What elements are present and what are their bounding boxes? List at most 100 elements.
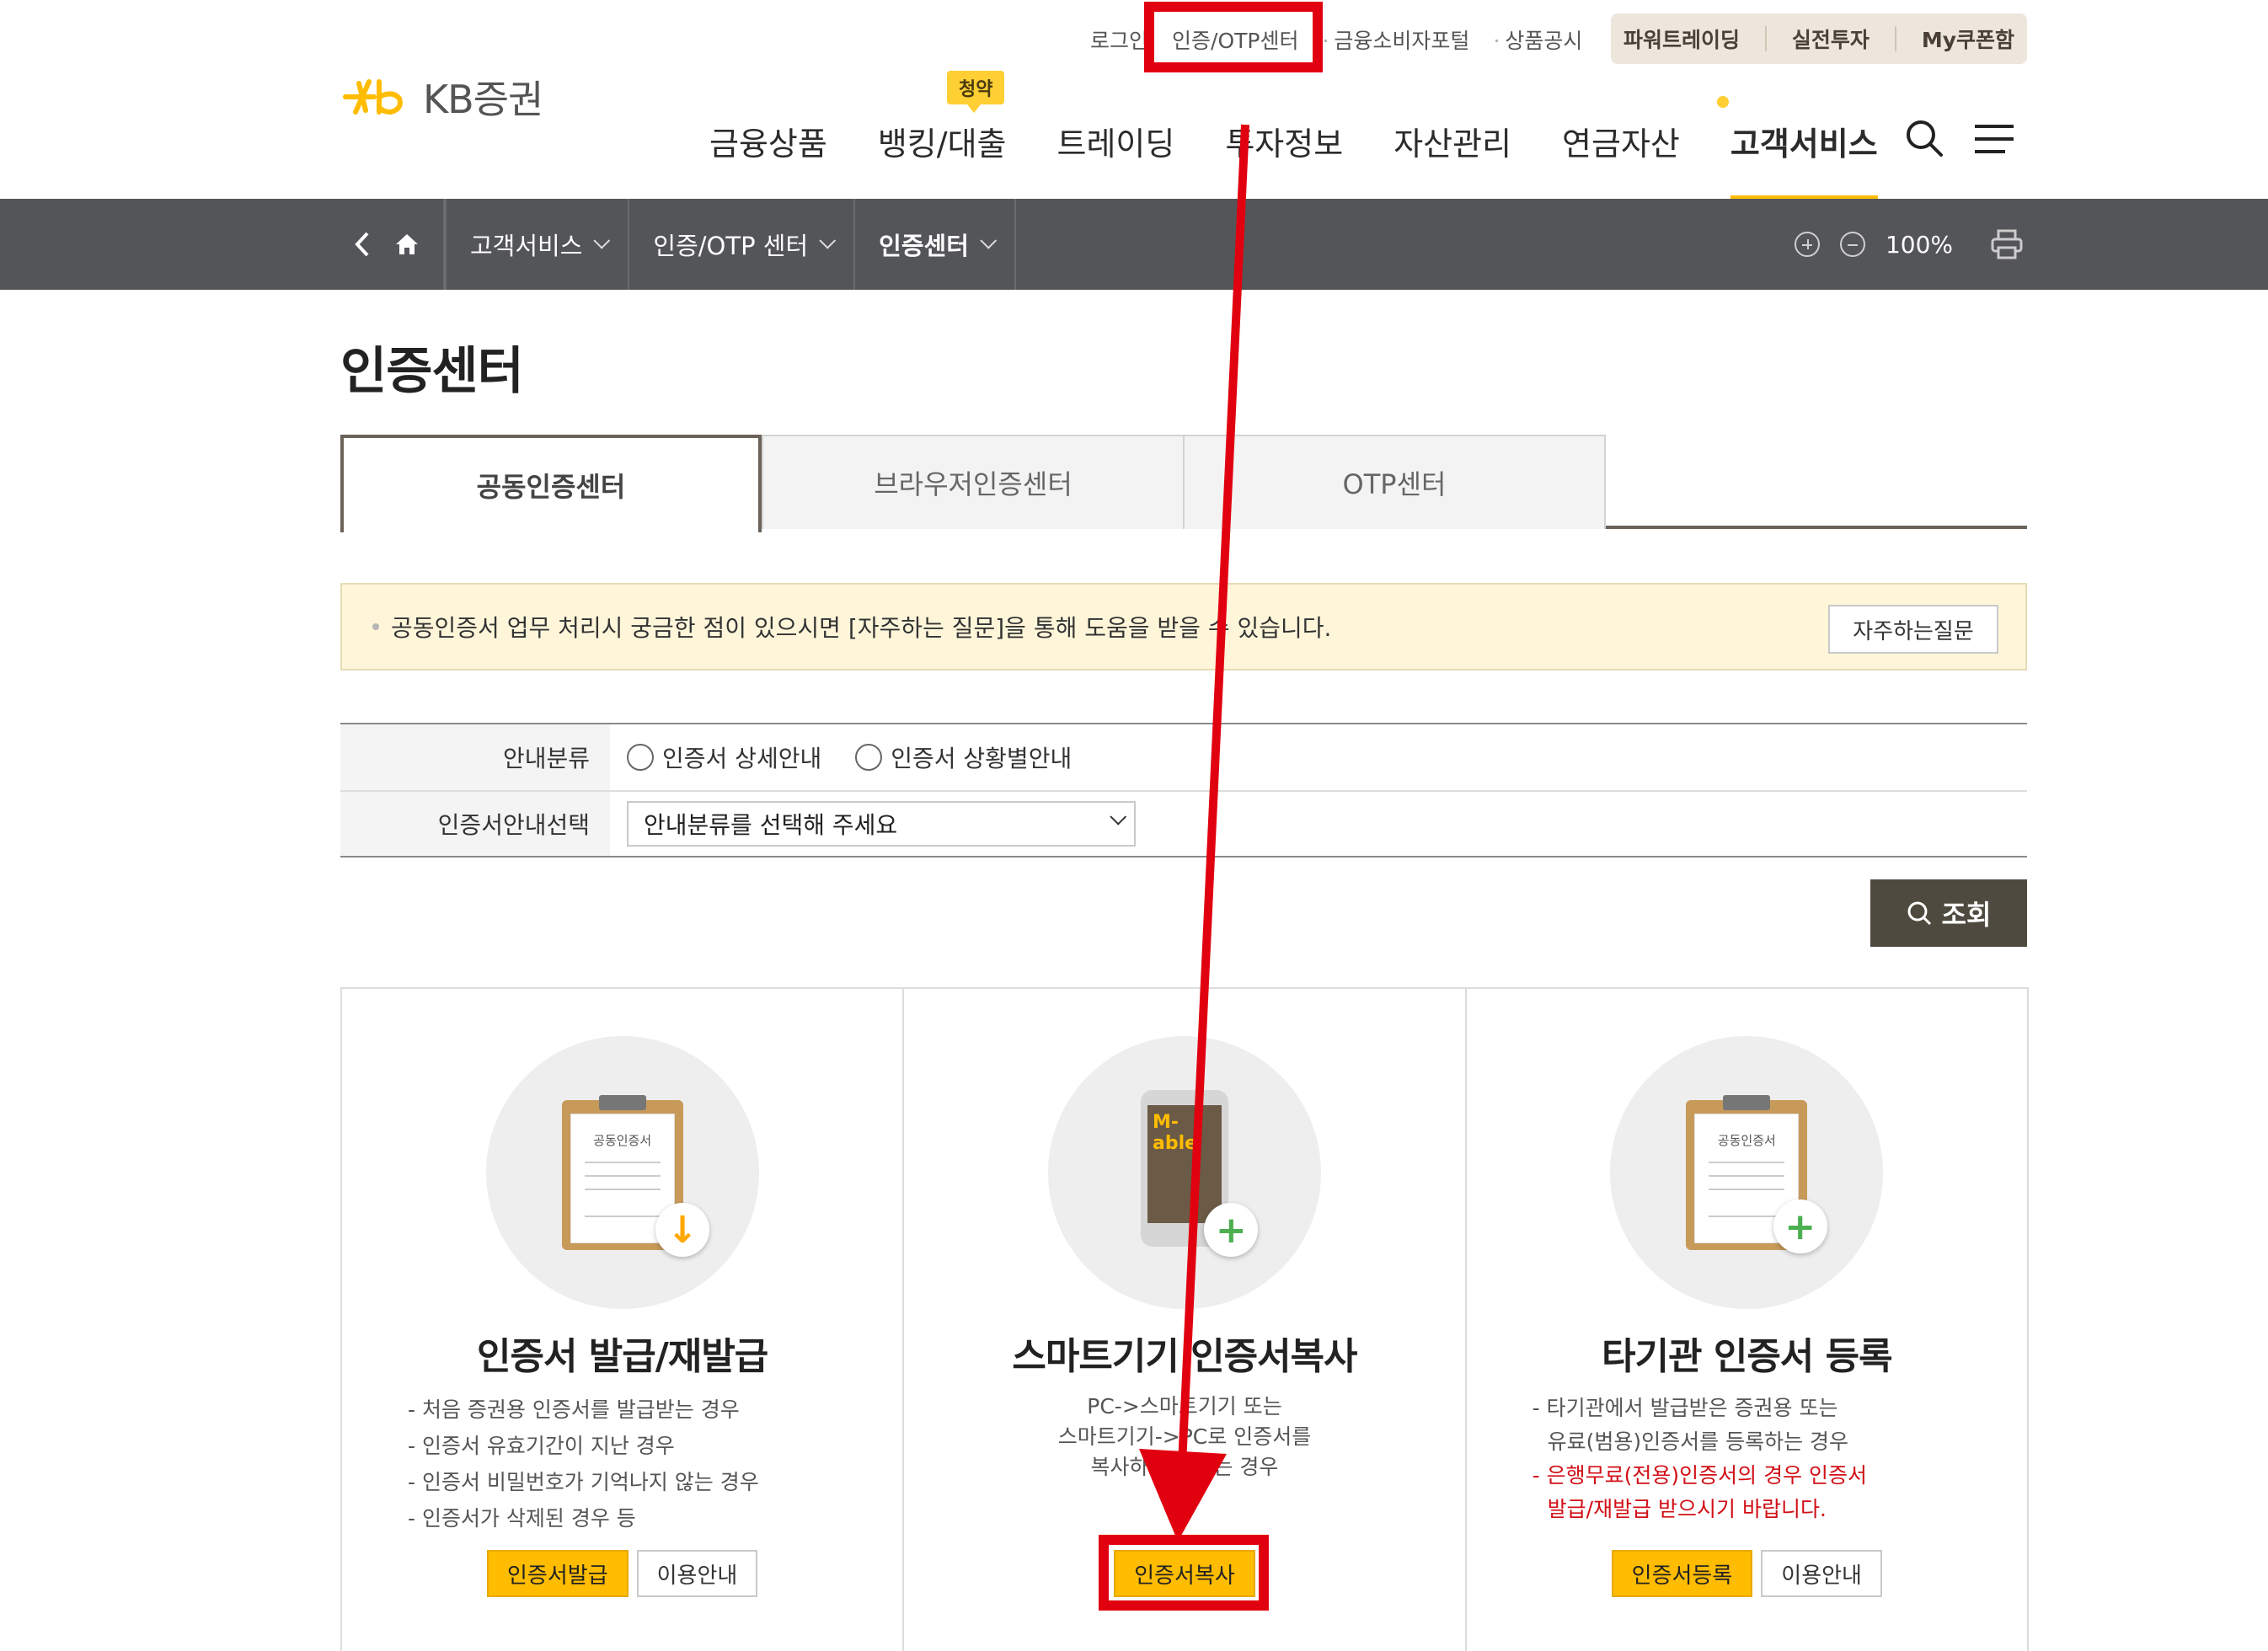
usage-guide-button[interactable]: 이용안내 [1761,1550,1882,1597]
bullet [372,623,379,630]
card-title: 스마트기기 인증서복사 [1012,1335,1357,1378]
consumer-portal-link[interactable]: · 금융소비자포털 [1310,24,1481,55]
kb-star-icon [343,79,403,115]
desc-line: - 인증서가 삭제된 경우 등 [408,1506,636,1531]
back-arrow-icon[interactable] [352,230,371,259]
tab-bar: 공동인증센터 브라우저인증센터 OTP센터 [340,435,2027,532]
nav-investment-info[interactable]: 투자정보 [1200,108,1368,200]
desc-line: - 타기관에서 발급받은 증권용 또는 [1532,1396,1838,1420]
select-label: 인증서안내선택 [340,792,610,856]
card-title: 타기관 인증서 등록 [1602,1335,1892,1378]
category-label: 안내분류 [340,724,610,790]
tab-otp-center[interactable]: OTP센터 [1183,435,1606,529]
select-value: 안내분류를 선택해 주세요 [644,811,898,839]
faq-button[interactable]: 자주하는질문 [1828,605,1998,654]
form-row-category: 안내분류 인증서 상세안내 인증서 상황별안내 [340,723,2027,790]
desc-line: - 인증서 유효기간이 지난 경우 [408,1434,675,1458]
power-trading-button[interactable]: 파워트레이딩 [1623,24,1740,54]
radio-circle[interactable] [627,744,654,771]
nav-asset-management[interactable]: 자산관리 [1368,108,1537,200]
guide-select[interactable]: 안내분류를 선택해 주세요 [627,801,1136,847]
desc-warning-line: 발급/재발급 받으시기 바랍니다. [1547,1497,1827,1521]
text-line [1709,1175,1785,1177]
text-line [584,1175,661,1177]
breadcrumb-cert-center[interactable]: 인증센터 [855,199,1016,290]
zoom-out-icon[interactable] [1839,232,1865,257]
text-line [584,1216,661,1217]
page-title: 인증센터 [340,342,524,401]
print-icon[interactable] [1990,229,2024,259]
clipboard-clip [1723,1095,1771,1110]
form-row-select: 인증서안내선택 안내분류를 선택해 주세요 [340,790,2027,858]
radio-circle[interactable] [855,744,883,771]
document-title: 공동인증서 [1717,1133,1776,1148]
breadcrumb-cert-otp[interactable]: 인증/OTP 센터 [629,199,856,290]
radio-label: 인증서 상세안내 [662,745,822,772]
search-submit-button[interactable]: 조회 [1870,879,2027,947]
chevron-down-icon [980,232,998,249]
issue-cert-button[interactable]: 인증서발급 [487,1550,629,1597]
desc-line: - 인증서 비밀번호가 기억나지 않는 경우 [408,1470,759,1494]
zoom-level: 100% [1885,230,1953,259]
desc-line: 스마트기기->PC로 인증서를 [1057,1424,1312,1449]
desc-line: 복사하고자 하는 경우 [1090,1455,1279,1479]
breadcrumb: 고객서비스 인증/OTP 센터 인증센터 [340,199,1016,290]
real-trading-button[interactable]: 실전투자 [1792,24,1869,54]
radio-label: 인증서 상황별안내 [891,745,1072,772]
card-buttons: 인증서발급 이용안내 [342,1550,902,1597]
active-dot [1717,96,1729,108]
text-line [1709,1162,1785,1163]
radio-cert-detail[interactable]: 인증서 상세안내 [627,740,821,774]
nav-financial-products[interactable]: 금융상품 [684,108,853,200]
nav-banking-loan[interactable]: 뱅킹/대출 [853,108,1032,200]
text-line [1709,1189,1785,1190]
plus-icon: + [1204,1203,1259,1257]
search-icon [1907,901,1931,926]
radio-cert-situation[interactable]: 인증서 상황별안내 [855,740,1072,774]
desc-line: PC->스마트기기 또는 [1087,1394,1282,1419]
card-description: - 타기관에서 발급받은 증권용 또는 유료(범용)인증서를 등록하는 경우 -… [1467,1392,2027,1526]
home-icon[interactable] [394,232,420,256]
card-description: - 처음 증권용 인증서를 발급받는 경우 - 인증서 유효기간이 지난 경우 … [342,1392,902,1536]
zoom-in-icon[interactable] [1794,232,1820,257]
download-arrow-icon: ↓ [655,1203,709,1257]
breadcrumb-label: 고객서비스 [470,232,583,260]
tab-browser-cert-center[interactable]: 브라우저인증센터 [762,435,1185,529]
app-logo-text: M-able [1152,1112,1198,1154]
chevron-down-icon [593,232,611,249]
card-issue-reissue: 공동인증서 ↓ 인증서 발급/재발급 - 처음 증권용 인증서를 발급받는 경우… [342,989,905,1651]
desc-line: - 처음 증권용 인증서를 발급받는 경우 [408,1397,740,1422]
guide-form: 안내분류 인증서 상세안내 인증서 상황별안내 인증서안내선택 안내분류를 선택… [340,723,2027,858]
my-coupon-button[interactable]: My쿠폰함 [1922,24,2014,54]
breadcrumb-label: 인증센터 [879,232,969,260]
kb-logo[interactable]: KB증권 [340,69,543,125]
utility-buttons: 파워트레이딩 실전투자 My쿠폰함 [1611,13,2027,64]
nav-customer-service[interactable]: 고객서비스 [1705,108,1903,200]
product-disclosure-link[interactable]: · 상품공시 [1481,24,1594,55]
nav-trading[interactable]: 트레이딩 [1032,108,1201,200]
desc-line: 유료(범용)인증서를 등록하는 경우 [1547,1429,1849,1454]
breadcrumb-customer-service[interactable]: 고객서비스 [445,199,630,290]
page: 로그인 인증/OTP센터 · 금융소비자포털 · 상품공시 파워트레이딩 실전투자 … [0,0,2268,1651]
consumer-portal-label: 금융소비자포털 [1334,29,1470,53]
chevron-down-icon [819,232,837,249]
usage-guide-button[interactable]: 이용안내 [636,1550,758,1597]
search-icon[interactable] [1904,118,1944,158]
search-button-label: 조회 [1941,899,1992,931]
nav-pension-assets[interactable]: 연금자산 [1537,108,1705,200]
main-nav: 금융상품 뱅킹/대출 트레이딩 투자정보 자산관리 연금자산 고객서비스 [684,108,1903,200]
tab-joint-cert-center[interactable]: 공동인증센터 [340,435,762,532]
zoom-controls: 100% [1794,199,2024,290]
product-disclosure-label: 상품공시 [1505,29,1583,53]
location-bar: 고객서비스 인증/OTP 센터 인증센터 100% [0,199,2268,290]
hamburger-menu-icon[interactable] [1973,123,2015,155]
clipboard-clip [598,1095,646,1110]
plus-icon: + [1773,1200,1827,1253]
card-buttons: 인증서등록 이용안내 [1467,1550,2027,1597]
text-line [584,1162,661,1163]
select-cell: 안내분류를 선택해 주세요 [610,792,2027,856]
notice-box: 공동인증서 업무 처리시 궁금한 점이 있으시면 [자주하는 질문]을 통해 도… [340,583,2027,671]
register-cert-button[interactable]: 인증서등록 [1611,1550,1753,1597]
document-title: 공동인증서 [593,1133,652,1148]
subscription-badge: 청약 [947,71,1005,113]
